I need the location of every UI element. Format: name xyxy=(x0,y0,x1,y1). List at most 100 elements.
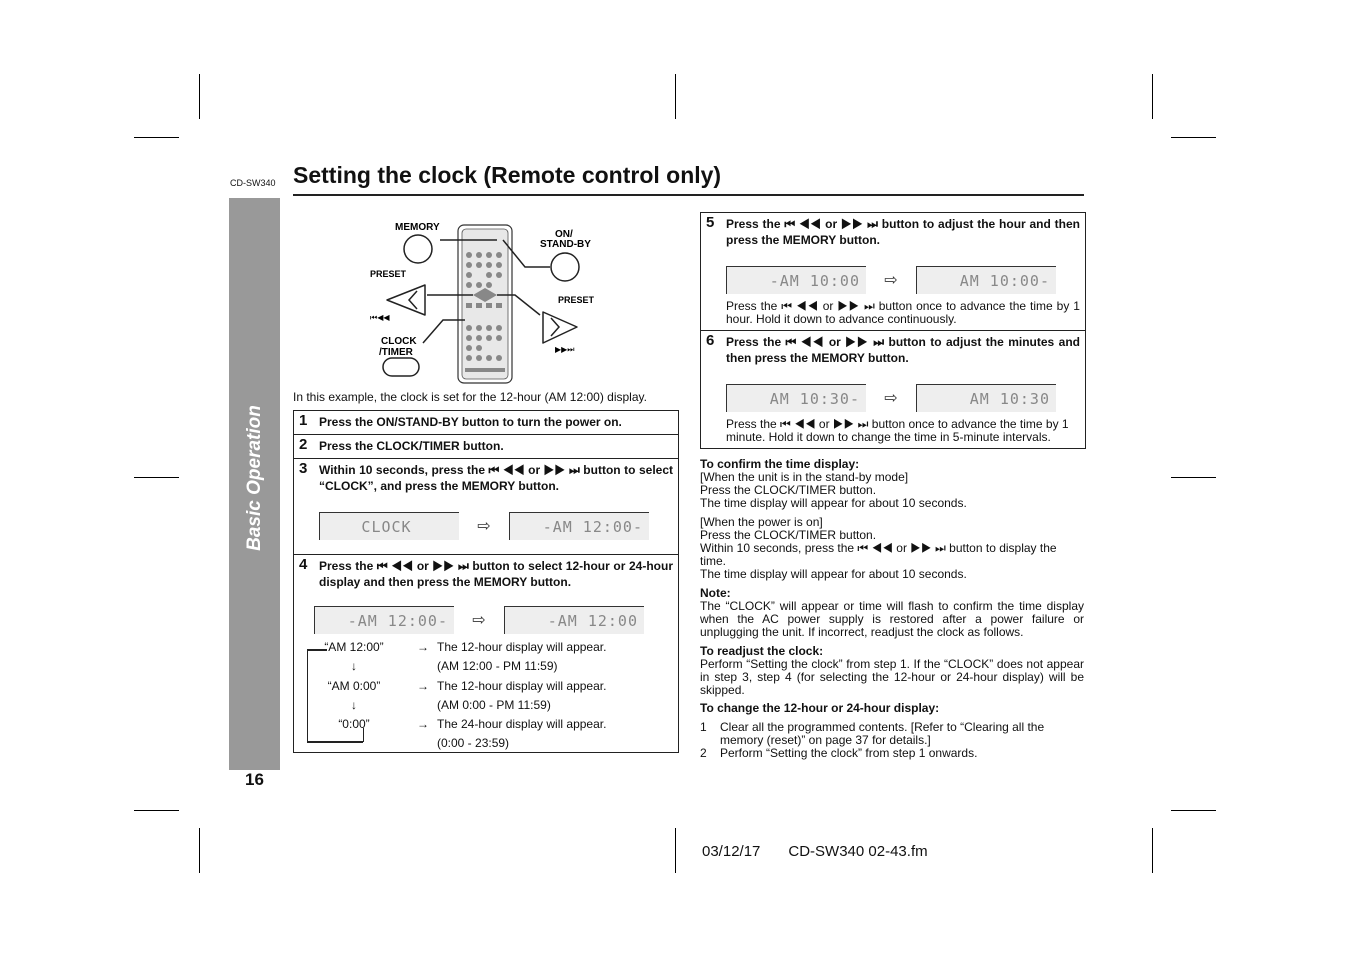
cycle-range: (AM 0:00 - PM 11:59) xyxy=(437,698,551,712)
lcd-display-from: AM 10:30- xyxy=(726,384,866,412)
step-5: 5 Press the ⏮ ◀◀ or ▶▶ ⏭ button to adjus… xyxy=(701,213,1085,330)
step-note: Press the ⏮ ◀◀ or ▶▶ ⏭ button once to ad… xyxy=(726,299,1080,326)
crop-mark xyxy=(199,74,200,119)
step-number: 2 xyxy=(299,436,308,453)
clock-label-2: /TIMER xyxy=(379,347,414,358)
cycle-arrow: → xyxy=(417,717,429,731)
crop-mark xyxy=(1171,477,1216,478)
crop-mark xyxy=(199,828,200,873)
cycle-row: ↓ (AM 0:00 - PM 11:59) xyxy=(299,698,551,716)
list-number: 1 xyxy=(700,720,707,734)
footer-date: 03/12/17 xyxy=(702,843,761,860)
lcd-display-to: AM 10:30 xyxy=(916,384,1056,412)
crop-mark xyxy=(1171,137,1216,138)
prev-symbols: ⏮◀◀ xyxy=(370,313,390,322)
lcd-display-from: -AM 10:00 xyxy=(726,266,866,294)
footer: 03/12/17 CD-SW340 02-43.fm xyxy=(702,843,956,860)
cycle-desc: The 24-hour display will appear. xyxy=(437,717,607,731)
cycle-desc: The 12-hour display will appear. xyxy=(437,679,607,693)
cycle-value: “AM 0:00” xyxy=(327,679,381,693)
step-text: Press the CLOCK/TIMER button. xyxy=(319,439,504,453)
list-item: 2 Perform “Setting the clock” from step … xyxy=(700,747,1084,760)
cycle-value: “AM 12:00” xyxy=(324,640,384,654)
lcd-display-to: -AM 12:00- xyxy=(509,512,649,540)
note-text: The “CLOCK” will appear or time will fla… xyxy=(700,599,1084,639)
cycle-arrow: → xyxy=(417,640,429,654)
intro-text: In this example, the clock is set for th… xyxy=(293,390,647,404)
step-6: 6 Press the ⏮ ◀◀ or ▶▶ ⏭ button to adjus… xyxy=(701,330,1085,448)
change-section: To change the 12-hour or 24-hour display… xyxy=(700,702,1084,760)
cycle-row: (0:00 - 23:59) xyxy=(299,736,509,754)
list-text: Perform “Setting the clock” from step 1 … xyxy=(720,746,978,760)
page-number: 16 xyxy=(245,770,264,789)
down-arrow-icon: ↓ xyxy=(351,698,357,712)
page-title: Setting the clock (Remote control only) xyxy=(293,162,722,188)
lcd-display-from: -AM 12:00- xyxy=(314,606,454,634)
steps-box-right: 5 Press the ⏮ ◀◀ or ▶▶ ⏭ button to adjus… xyxy=(700,212,1086,449)
step-number: 4 xyxy=(299,556,308,573)
step-3: 3 Within 10 seconds, press the ⏮ ◀◀ or ▶… xyxy=(294,458,678,554)
arrow-right-icon: ⇨ xyxy=(884,272,898,289)
confirm-on-line: Within 10 seconds, press the ⏮ ◀◀ or ▶▶ … xyxy=(700,541,1057,568)
next-symbols: ▶▶⏭ xyxy=(555,345,575,354)
crop-mark xyxy=(675,828,676,873)
step-text: Press the ⏮ ◀◀ or ▶▶ ⏭ button to adjust … xyxy=(726,217,1080,247)
step-2: 2 Press the CLOCK/TIMER button. xyxy=(294,434,678,458)
down-arrow-icon: ↓ xyxy=(351,659,357,673)
readjust-text: Perform “Setting the clock” from step 1.… xyxy=(700,657,1084,697)
crop-mark xyxy=(1171,810,1216,811)
remote-control-icon: MEMORY ON/ STAND-BY PRESET ⏮◀◀ PRESET ▶▶… xyxy=(370,222,595,384)
cycle-row: “0:00” → The 24-hour display will appear… xyxy=(299,717,606,735)
footer-file: CD-SW340 02-43.fm xyxy=(788,843,928,860)
cycle-row: “AM 0:00” → The 12-hour display will app… xyxy=(299,679,607,697)
cycle-range: (0:00 - 23:59) xyxy=(437,736,510,750)
confirm-on-line: The time display will appear for about 1… xyxy=(700,567,967,581)
lcd-display-from: CLOCK xyxy=(319,512,459,540)
list-number: 2 xyxy=(700,746,707,760)
cycle-value: “0:00” xyxy=(338,717,370,731)
step-text: Within 10 seconds, press the ⏮ ◀◀ or ▶▶ … xyxy=(319,463,673,493)
cycle-range: (AM 12:00 - PM 11:59) xyxy=(437,659,558,673)
step-number: 5 xyxy=(706,214,715,231)
cycle-desc: The 12-hour display will appear. xyxy=(437,640,607,654)
arrow-right-icon: ⇨ xyxy=(884,390,898,407)
cycle-row: ↓ (AM 12:00 - PM 11:59) xyxy=(299,659,558,677)
title-rule xyxy=(293,194,1084,196)
preset-right-label: PRESET xyxy=(558,295,595,305)
step-text: Press the ON/STAND-BY button to turn the… xyxy=(319,415,622,429)
step-note: Press the ⏮ ◀◀ or ▶▶ ⏭ button once to ad… xyxy=(726,417,1069,444)
cycle-row: “AM 12:00” → The 12-hour display will ap… xyxy=(299,640,606,658)
step-text: Press the ⏮ ◀◀ or ▶▶ ⏭ button to adjust … xyxy=(726,335,1080,365)
crop-mark xyxy=(1152,828,1153,873)
confirm-section: To confirm the time display: [When the u… xyxy=(700,458,1084,581)
crop-mark xyxy=(134,477,179,478)
crop-mark xyxy=(1152,74,1153,119)
cycle-arrow: → xyxy=(417,679,429,693)
crop-mark xyxy=(134,810,179,811)
crop-mark xyxy=(134,137,179,138)
display-cycle: “AM 12:00” → The 12-hour display will ap… xyxy=(299,640,673,750)
list-item: 1 Clear all the programmed contents. [Re… xyxy=(700,721,1084,747)
on-standby-label-2: STAND-BY xyxy=(540,239,591,250)
step-number: 6 xyxy=(706,332,715,349)
confirm-standby-line: The time display will appear for about 1… xyxy=(700,496,967,510)
lcd-display-to: AM 10:00- xyxy=(916,266,1056,294)
lcd-display-to: -AM 12:00 xyxy=(504,606,644,634)
note-section: Note: The “CLOCK” will appear or time wi… xyxy=(700,587,1084,639)
model-label: CD-SW340 xyxy=(230,178,276,188)
preset-left-label: PRESET xyxy=(370,269,407,279)
readjust-section: To readjust the clock: Perform “Setting … xyxy=(700,645,1084,697)
step-number: 3 xyxy=(299,460,308,477)
list-text: Clear all the programmed contents. [Refe… xyxy=(720,720,1045,747)
arrow-right-icon: ⇨ xyxy=(472,612,486,629)
section-tab-label: Basic Operation xyxy=(243,405,265,551)
step-1: 1 Press the ON/STAND-BY button to turn t… xyxy=(294,411,678,434)
crop-mark xyxy=(675,74,676,119)
change-heading: To change the 12-hour or 24-hour display… xyxy=(700,701,940,715)
memory-label: MEMORY xyxy=(395,222,440,233)
step-number: 1 xyxy=(299,412,308,429)
step-4: 4 Press the ⏮ ◀◀ or ▶▶ ⏭ button to selec… xyxy=(294,554,678,752)
clock-label-1: CLOCK xyxy=(381,336,417,347)
steps-box-left: 1 Press the ON/STAND-BY button to turn t… xyxy=(293,410,679,753)
step-text: Press the ⏮ ◀◀ or ▶▶ ⏭ button to select … xyxy=(319,559,673,589)
